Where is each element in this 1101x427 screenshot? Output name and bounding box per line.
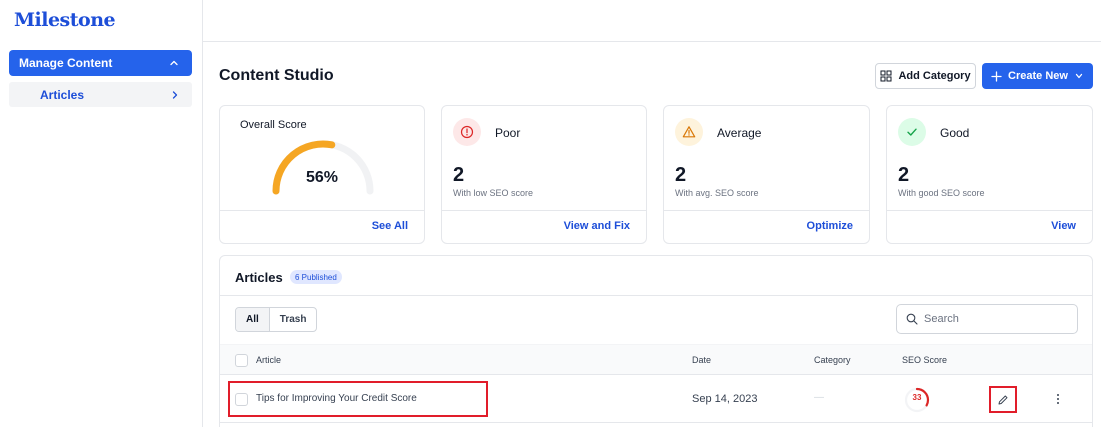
- add-category-button[interactable]: Add Category: [875, 63, 976, 89]
- warning-triangle-icon: [675, 118, 703, 146]
- tab-all[interactable]: All: [236, 308, 270, 331]
- overall-score-title: Overall Score: [240, 119, 307, 131]
- article-title[interactable]: Tips for Improving Your Credit Score: [256, 393, 417, 404]
- overall-score-value: 56%: [306, 169, 339, 186]
- articles-header: Articles 6 Published: [220, 256, 1092, 296]
- info-circle-icon: [453, 118, 481, 146]
- card-subtitle: With low SEO score: [453, 188, 534, 198]
- search-box[interactable]: [896, 304, 1078, 334]
- more-options-icon[interactable]: [1054, 392, 1062, 406]
- card-label: Poor: [495, 126, 521, 140]
- view-and-fix-link[interactable]: View and Fix: [564, 220, 630, 232]
- card-footer: See All: [220, 210, 424, 243]
- select-all-checkbox[interactable]: [235, 354, 248, 367]
- card-subtitle: With good SEO score: [898, 188, 985, 198]
- article-category: —: [814, 392, 824, 403]
- chevron-up-icon: [170, 60, 178, 66]
- search-input[interactable]: [924, 313, 1064, 325]
- card-label: Average: [717, 126, 762, 140]
- overall-score-card: Overall Score 56% See All: [219, 105, 425, 244]
- filter-tabs: All Trash: [235, 307, 318, 332]
- column-article: Article: [256, 355, 282, 365]
- card-footer: View: [887, 210, 1092, 243]
- create-new-label: Create New: [1008, 70, 1068, 82]
- sidebar-item-label: Articles: [40, 87, 85, 102]
- article-date: Sep 14, 2023: [692, 393, 758, 405]
- sidebar: Milestone Manage Content Articles: [0, 0, 203, 427]
- view-link[interactable]: View: [1051, 220, 1076, 232]
- good-score-card: Good 2 With good SEO score View: [886, 105, 1093, 244]
- average-score-card: Average 2 With avg. SEO score Optimize: [663, 105, 870, 244]
- pencil-icon: [998, 395, 1008, 404]
- seo-score-value: 33: [912, 393, 922, 402]
- card-count: 2: [675, 164, 687, 186]
- table-header: Article Date Category SEO Score: [220, 344, 1092, 375]
- card-label: Good: [940, 126, 970, 140]
- optimize-link[interactable]: Optimize: [807, 220, 853, 232]
- sidebar-item-articles[interactable]: Articles: [9, 82, 192, 107]
- sidebar-item-label: Manage Content: [19, 56, 113, 70]
- create-new-button[interactable]: Create New: [982, 63, 1093, 89]
- edit-button[interactable]: [989, 386, 1017, 413]
- sidebar-item-manage-content[interactable]: Manage Content: [9, 50, 192, 76]
- column-seo-score: SEO Score: [902, 355, 948, 365]
- chevron-down-icon: [1075, 73, 1083, 79]
- page-title: Content Studio: [219, 67, 334, 84]
- column-category: Category: [814, 355, 851, 365]
- row-checkbox[interactable]: [235, 393, 248, 406]
- tab-trash[interactable]: Trash: [270, 308, 317, 331]
- plus-icon: [991, 70, 1002, 82]
- card-footer: View and Fix: [442, 210, 646, 243]
- articles-title: Articles: [235, 270, 283, 285]
- check-icon: [898, 118, 926, 146]
- column-date: Date: [692, 355, 712, 365]
- top-bar: [203, 0, 1101, 42]
- card-footer: Optimize: [664, 210, 869, 243]
- card-count: 2: [453, 164, 465, 186]
- see-all-link[interactable]: See All: [372, 220, 408, 232]
- table-row: Tips for Improving Your Credit Score Sep…: [220, 375, 1092, 423]
- search-icon: [906, 313, 918, 325]
- app-logo[interactable]: Milestone: [14, 9, 116, 31]
- chevron-right-icon: [172, 91, 178, 99]
- card-subtitle: With avg. SEO score: [675, 188, 759, 198]
- grid-icon: [880, 70, 892, 82]
- card-count: 2: [898, 164, 910, 186]
- published-badge: 6 Published: [290, 270, 342, 284]
- poor-score-card: Poor 2 With low SEO score View and Fix: [441, 105, 647, 244]
- add-category-label: Add Category: [898, 70, 971, 82]
- articles-panel: Articles 6 Published All Trash Article D…: [219, 255, 1093, 427]
